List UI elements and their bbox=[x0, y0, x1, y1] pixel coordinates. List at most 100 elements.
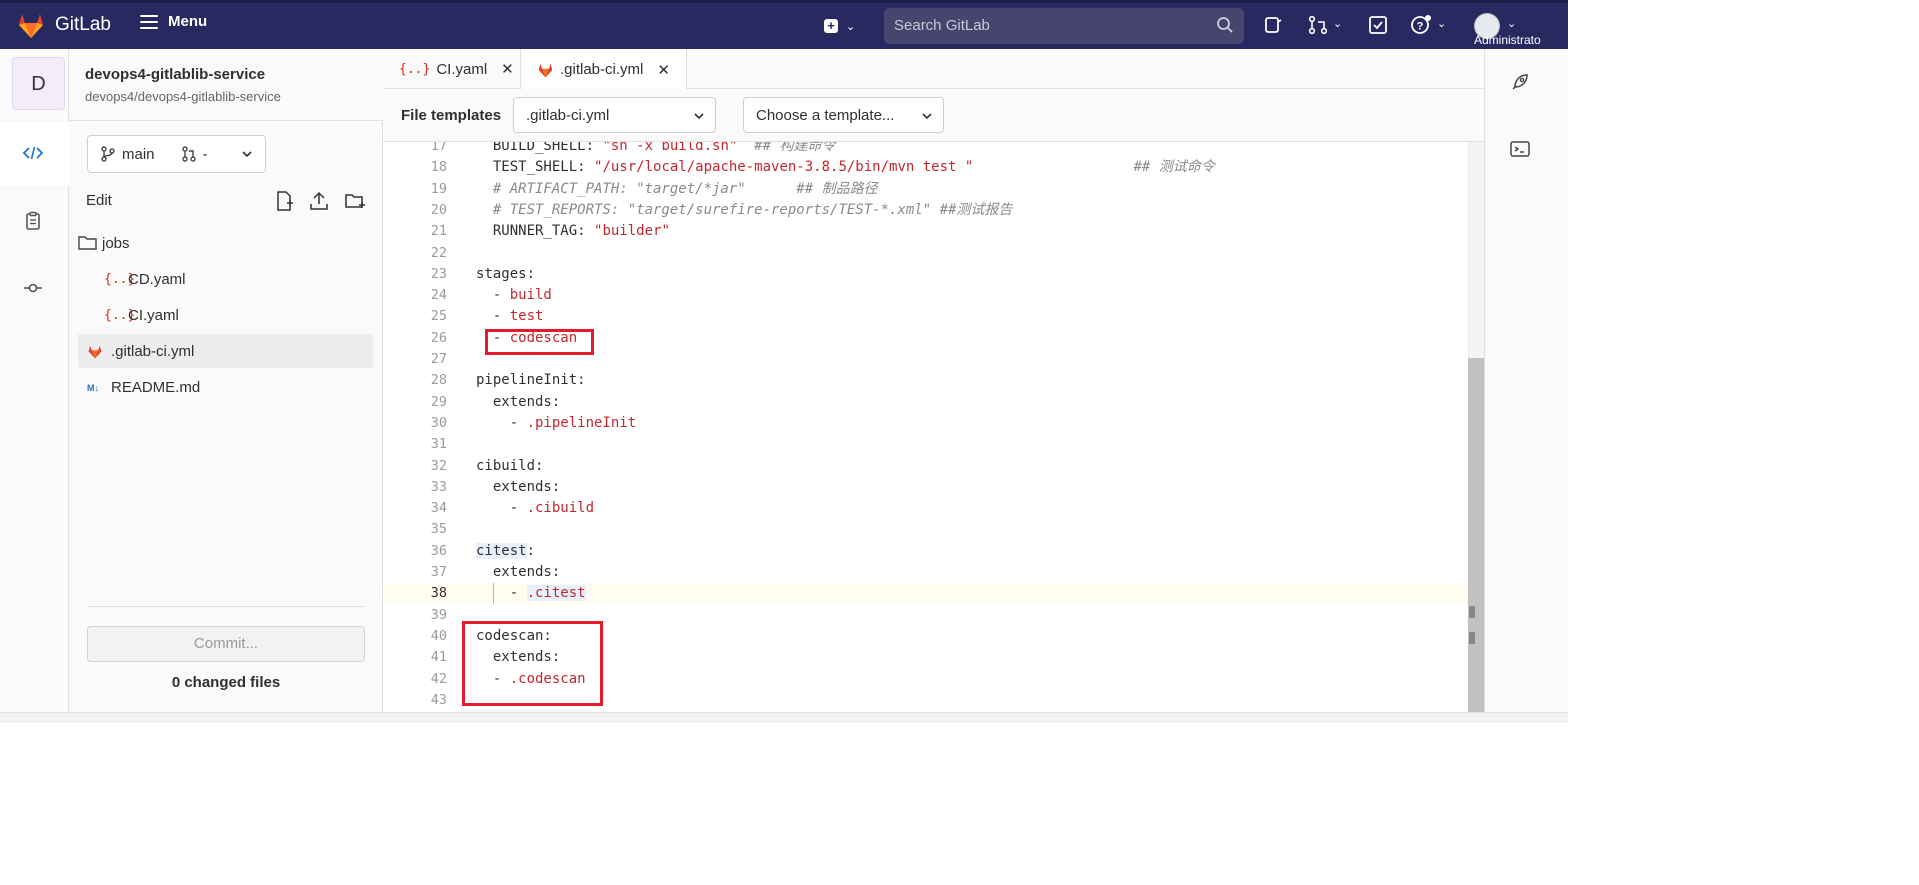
gitlab-logo-icon bbox=[538, 63, 553, 77]
code-line[interactable]: 34 - .cibuild bbox=[383, 498, 1468, 519]
code-line[interactable]: 36 citest: bbox=[383, 541, 1468, 562]
plus-icon: + bbox=[824, 19, 838, 33]
code-line[interactable]: 32 cibuild: bbox=[383, 456, 1468, 477]
merge-request-icon bbox=[181, 146, 196, 162]
search-placeholder: Search GitLab bbox=[894, 17, 990, 34]
code-line[interactable]: 31 bbox=[383, 434, 1468, 455]
chevron-down-icon bbox=[922, 113, 932, 120]
code-icon[interactable] bbox=[22, 142, 44, 164]
line-text: cibuild: bbox=[476, 456, 543, 477]
tree-item-label: CD.yaml bbox=[128, 270, 186, 288]
code-line[interactable]: 22 bbox=[383, 243, 1468, 264]
project-path[interactable]: devops4/devops4-gitlablib-service bbox=[85, 89, 281, 104]
commit-icon[interactable] bbox=[22, 277, 44, 299]
new-file-icon[interactable] bbox=[273, 190, 295, 212]
line-number: 35 bbox=[430, 521, 447, 538]
code-token: stages: bbox=[476, 265, 536, 282]
create-new-button[interactable]: + ⌄ bbox=[824, 16, 862, 36]
code-line[interactable]: 17 BUILD_SHELL: "sh -x build.sh" ## 构建命令 bbox=[383, 142, 1468, 157]
code-line[interactable]: 38 - .citest bbox=[383, 583, 1468, 605]
line-text: RUNNER_TAG: "builder" bbox=[476, 221, 670, 242]
code-line[interactable]: 37 extends: bbox=[383, 562, 1468, 583]
search-input[interactable]: Search GitLab bbox=[884, 8, 1244, 44]
todos-icon[interactable] bbox=[1367, 14, 1389, 36]
tree-item-cd-yaml[interactable]: {..} CD.yaml bbox=[78, 262, 373, 296]
line-text: extends: bbox=[476, 392, 560, 413]
tree-item-jobs[interactable]: jobs bbox=[78, 226, 373, 260]
gitlab-logo-icon[interactable] bbox=[16, 11, 46, 39]
brand-name[interactable]: GitLab bbox=[55, 14, 111, 36]
code-line[interactable]: 29 extends: bbox=[383, 392, 1468, 413]
line-number: 27 bbox=[430, 351, 447, 367]
line-text: - .cibuild bbox=[476, 498, 594, 519]
code-line[interactable]: 19 # ARTIFACT_PATH: "target/*jar" ## 制品路… bbox=[383, 179, 1468, 200]
navbar-top-border bbox=[0, 0, 1568, 3]
code-token: "sh -x build.sh" bbox=[602, 142, 738, 154]
code-token: extends: bbox=[476, 478, 561, 495]
line-text: - build bbox=[476, 285, 552, 306]
chevron-down-icon[interactable]: ⌄ bbox=[1507, 17, 1516, 30]
close-icon[interactable]: ✕ bbox=[501, 60, 514, 78]
chevron-down-icon[interactable]: ⌄ bbox=[1437, 17, 1446, 30]
project-avatar[interactable]: D bbox=[12, 57, 65, 110]
tree-item-label: README.md bbox=[111, 378, 201, 396]
code-line[interactable]: 25 - test bbox=[383, 306, 1468, 327]
tab-label: CI.yaml bbox=[436, 60, 488, 78]
new-folder-icon[interactable] bbox=[344, 190, 366, 212]
line-number: 38 bbox=[430, 585, 447, 602]
tree-item-readme[interactable]: M↓ README.md bbox=[78, 370, 373, 404]
merge-request-value: - bbox=[202, 145, 208, 163]
menu-button[interactable]: Menu bbox=[140, 13, 207, 30]
code-token: ## 构建命令 bbox=[737, 142, 836, 154]
pipelines-rocket-icon[interactable] bbox=[1509, 71, 1531, 93]
yaml-file-icon: {..} bbox=[104, 271, 136, 287]
code-line[interactable]: 28 pipelineInit: bbox=[383, 370, 1468, 391]
code-line[interactable]: 23 stages: bbox=[383, 264, 1468, 285]
code-token: - bbox=[476, 500, 527, 517]
code-line[interactable]: 35 bbox=[383, 519, 1468, 540]
status-bar bbox=[0, 712, 1568, 723]
close-icon[interactable]: ✕ bbox=[657, 61, 670, 79]
code-line[interactable]: 20 # TEST_REPORTS: "target/surefire-repo… bbox=[383, 200, 1468, 221]
line-number: 24 bbox=[430, 287, 447, 304]
tab-ci-yaml[interactable]: {..} CI.yaml ✕ bbox=[383, 49, 530, 89]
code-line[interactable]: 24 - build bbox=[383, 285, 1468, 306]
chevron-down-icon: ⌄ bbox=[846, 20, 856, 33]
project-name[interactable]: devops4-gitlablib-service bbox=[85, 66, 265, 83]
editor-scrollbar-thumb[interactable] bbox=[1468, 358, 1484, 712]
review-icon[interactable] bbox=[22, 210, 44, 232]
project-header: devops4-gitlablib-service devops4/devops… bbox=[69, 49, 383, 121]
tab-gitlab-ci[interactable]: .gitlab-ci.yml ✕ bbox=[520, 49, 687, 90]
tree-item-ci-yaml[interactable]: {..} CI.yaml bbox=[78, 298, 373, 332]
upload-icon[interactable] bbox=[308, 190, 330, 212]
gitlab-logo-icon bbox=[88, 345, 102, 358]
code-token: - bbox=[476, 308, 510, 325]
code-line[interactable]: 21 RUNNER_TAG: "builder" bbox=[383, 221, 1468, 242]
line-number: 40 bbox=[430, 627, 447, 644]
user-name[interactable]: Administrato bbox=[1474, 33, 1541, 47]
code-token: BUILD_SHELL: bbox=[476, 142, 603, 154]
line-number: 20 bbox=[430, 201, 447, 218]
merge-requests-icon[interactable] bbox=[1307, 14, 1329, 36]
code-line[interactable]: 30 - .pipelineInit bbox=[383, 413, 1468, 434]
chevron-down-icon[interactable]: ⌄ bbox=[1333, 17, 1342, 30]
editor-tabs: {..} CI.yaml ✕ .gitlab-ci.yml ✕ bbox=[383, 49, 1484, 90]
line-text: citest: bbox=[476, 541, 535, 562]
tree-item-gitlab-ci[interactable]: .gitlab-ci.yml bbox=[78, 334, 373, 368]
code-token: extends: bbox=[476, 564, 561, 580]
help-icon[interactable]: ? bbox=[1410, 14, 1432, 36]
line-text: # TEST_REPORTS: "target/surefire-reports… bbox=[476, 200, 1013, 221]
line-number: 19 bbox=[430, 180, 447, 197]
code-line[interactable]: 18 TEST_SHELL: "/usr/local/apache-maven-… bbox=[383, 157, 1468, 178]
issues-icon[interactable] bbox=[1262, 14, 1284, 36]
branch-dropdown[interactable]: main - bbox=[87, 135, 266, 173]
line-text: TEST_SHELL: "/usr/local/apache-maven-3.8… bbox=[476, 157, 1215, 178]
terminal-icon[interactable] bbox=[1509, 138, 1531, 160]
template-type-dropdown[interactable]: .gitlab-ci.yml bbox=[513, 97, 716, 133]
commit-button[interactable]: Commit... bbox=[87, 626, 365, 662]
code-token: .pipelineInit bbox=[526, 414, 637, 431]
code-token: cibuild: bbox=[476, 457, 544, 474]
code-token: build bbox=[509, 287, 552, 304]
template-dropdown[interactable]: Choose a template... bbox=[743, 97, 944, 133]
code-line[interactable]: 33 extends: bbox=[383, 477, 1468, 498]
